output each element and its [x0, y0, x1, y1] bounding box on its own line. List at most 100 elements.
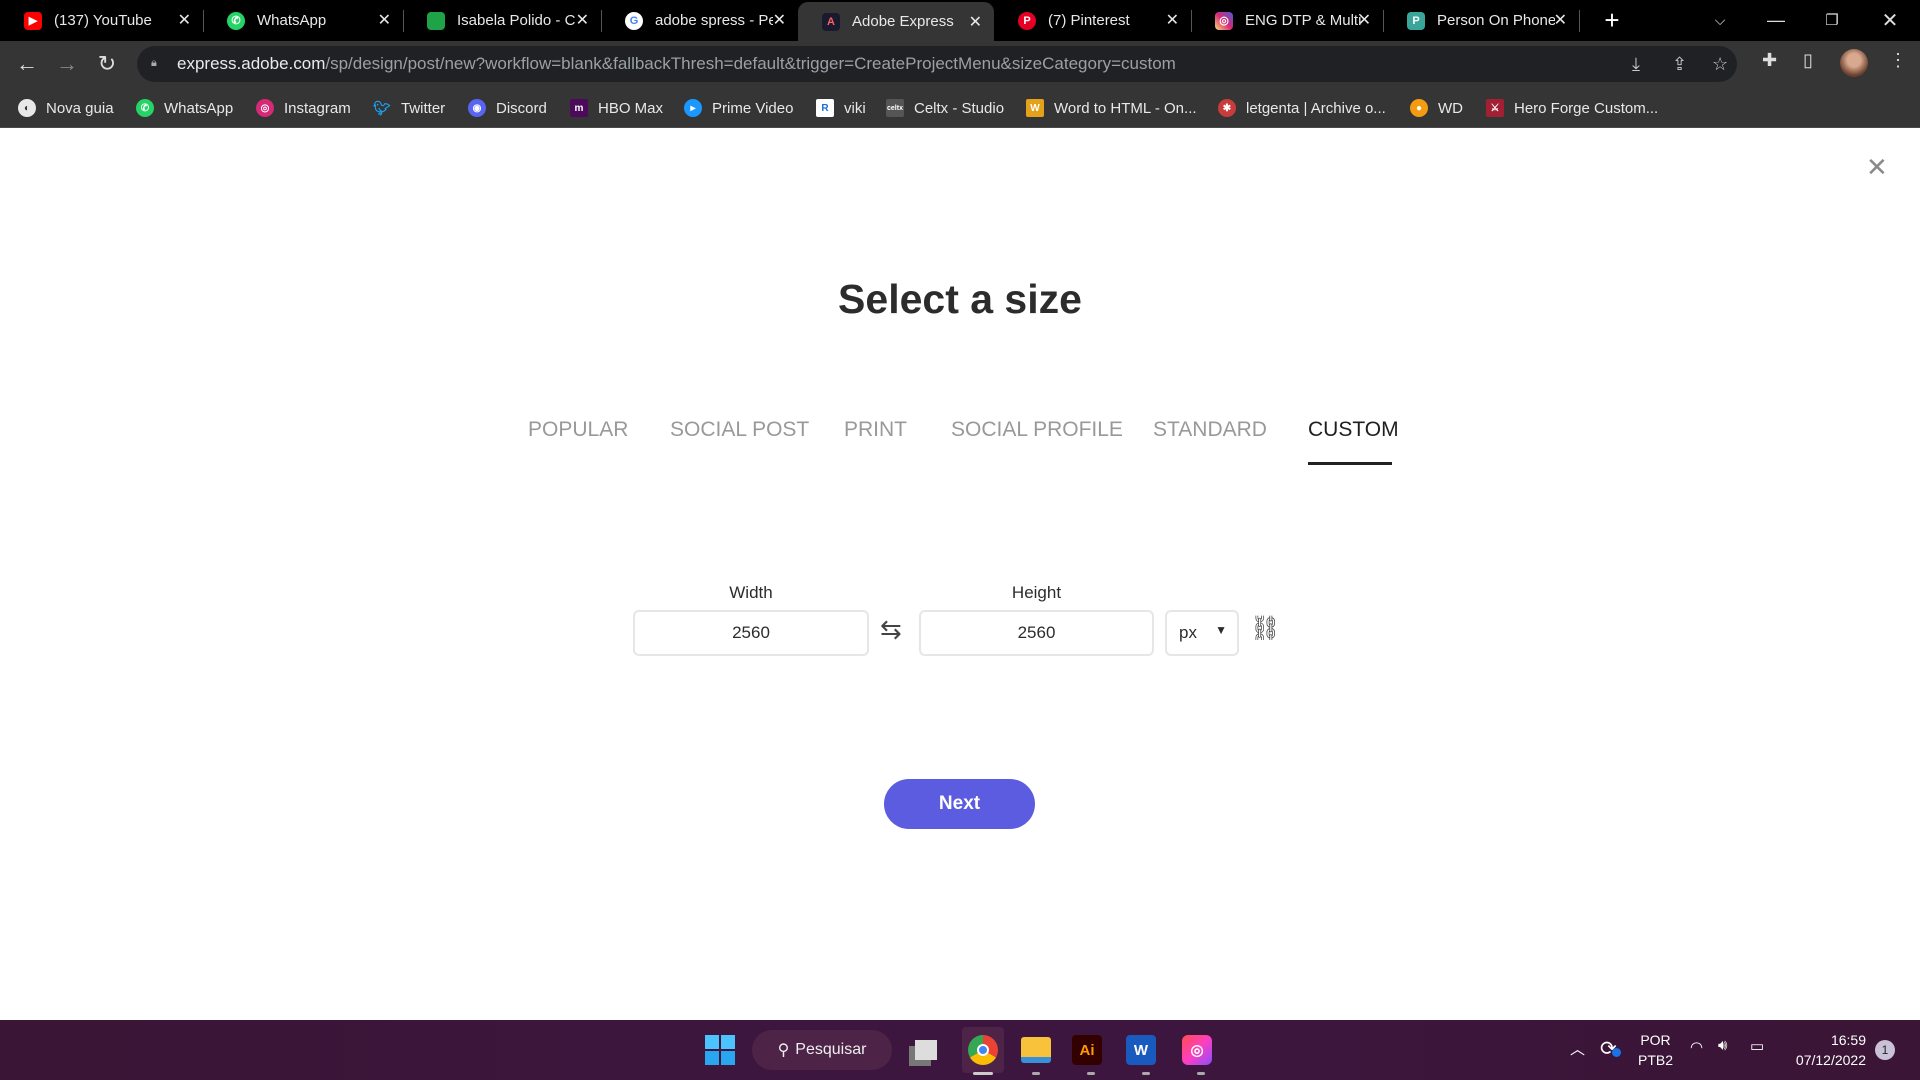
close-dialog-button[interactable]: ✕: [1866, 152, 1888, 183]
address-bar[interactable]: 🔒︎ express.adobe.com/sp/design/post/new?…: [137, 46, 1737, 82]
width-label: Width: [729, 583, 773, 602]
show-hidden-icons-chevron-icon[interactable]: ︿: [1570, 1038, 1585, 1059]
tab-print[interactable]: PRINT: [844, 418, 907, 442]
task-view-icon[interactable]: [908, 1032, 944, 1068]
close-window-button[interactable]: ✕: [1862, 0, 1918, 40]
menu-kebab-icon[interactable]: ⋮: [1889, 50, 1907, 71]
creative-cloud-icon[interactable]: ◎: [1182, 1035, 1212, 1065]
close-tab-icon[interactable]: ✕: [773, 10, 786, 30]
close-tab-icon[interactable]: ✕: [1166, 10, 1179, 30]
bookmark-item[interactable]: ◉ Discord: [468, 96, 547, 120]
unlink-aspect-ratio-icon[interactable]: ⛓: [1250, 614, 1280, 643]
celtx-icon: celtx: [886, 99, 904, 117]
swap-dimensions-icon[interactable]: ⇆: [880, 614, 902, 645]
address-toolbar: ← → ↻ 🔒︎ express.adobe.com/sp/design/pos…: [0, 41, 1920, 88]
tab-google-chat[interactable]: Isabela Polido - C ✕: [403, 0, 601, 41]
bookmark-item[interactable]: 🐦︎ Twitter: [373, 96, 445, 120]
instagram-icon: ◎: [256, 99, 274, 117]
close-tab-icon[interactable]: ✕: [178, 10, 191, 30]
tab-popular[interactable]: POPULAR: [528, 418, 628, 442]
width-input[interactable]: [633, 610, 869, 656]
close-tab-icon[interactable]: ✕: [576, 10, 589, 30]
new-tab-button[interactable]: +: [1584, 0, 1640, 40]
tab-instagram[interactable]: ◎ ENG DTP & Multi ✕: [1191, 0, 1383, 41]
battery-charging-icon[interactable]: ▭: [1750, 1037, 1764, 1055]
language-indicator[interactable]: POR PTB2: [1638, 1030, 1673, 1070]
bookmark-item[interactable]: W Word to HTML - On...: [1026, 96, 1197, 120]
close-tab-icon[interactable]: ✕: [1554, 10, 1567, 30]
windows-start-icon[interactable]: [702, 1032, 738, 1068]
tab-standard[interactable]: STANDARD: [1153, 418, 1267, 442]
bookmark-star-icon[interactable]: ☆: [1712, 54, 1728, 75]
word-icon[interactable]: W: [1126, 1035, 1156, 1065]
app-indicator: [1197, 1072, 1205, 1075]
url-text[interactable]: express.adobe.com/sp/design/post/new?wor…: [177, 54, 1176, 74]
bookmark-item[interactable]: ⚔ Hero Forge Custom...: [1486, 96, 1658, 120]
wifi-icon[interactable]: ◠: [1690, 1038, 1703, 1056]
restore-button[interactable]: ❐: [1804, 0, 1860, 40]
next-button[interactable]: Next: [884, 779, 1035, 829]
tab-social-profile[interactable]: SOCIAL PROFILE: [951, 418, 1123, 442]
pinterest-icon: P: [1018, 11, 1036, 30]
notification-badge[interactable]: 1: [1875, 1040, 1895, 1060]
tab-youtube[interactable]: ▶ (137) YouTube ✕: [0, 0, 203, 41]
profile-avatar[interactable]: [1840, 49, 1868, 77]
close-tab-icon[interactable]: ✕: [969, 12, 982, 32]
app-indicator: [1032, 1072, 1040, 1075]
share-icon[interactable]: ⇪: [1672, 54, 1687, 75]
volume-icon[interactable]: 🔊︎: [1718, 1037, 1727, 1054]
tab-adobe-express[interactable]: A Adobe Express ✕: [798, 2, 994, 41]
chrome-taskbar-icon[interactable]: [962, 1027, 1004, 1073]
bookmark-item[interactable]: ◎ Instagram: [256, 96, 351, 120]
viki-icon: R: [816, 99, 834, 117]
tab-google-search[interactable]: G adobe spress - Pe ✕: [601, 0, 798, 41]
tab-whatsapp[interactable]: ✆ WhatsApp ✕: [203, 0, 403, 41]
close-tab-icon[interactable]: ✕: [378, 10, 391, 30]
bookmark-item[interactable]: ● WD: [1410, 96, 1463, 120]
tab-social-post[interactable]: SOCIAL POST: [670, 418, 809, 442]
bookmark-item[interactable]: celtx Celtx - Studio: [886, 96, 1004, 120]
taskbar-search-button[interactable]: ⚲ Pesquisar: [752, 1030, 892, 1070]
bookmark-item[interactable]: ▸ Prime Video: [684, 96, 793, 120]
install-app-icon[interactable]: ⤓: [1632, 54, 1640, 75]
height-input[interactable]: [919, 610, 1154, 656]
close-tab-icon[interactable]: ✕: [1358, 10, 1371, 30]
illustrator-icon[interactable]: Ai: [1072, 1035, 1102, 1065]
wd-icon: ●: [1410, 99, 1428, 117]
back-button[interactable]: ←: [14, 51, 40, 77]
clock[interactable]: 16:59 07/12/2022: [1782, 1030, 1866, 1070]
app-indicator: [1142, 1072, 1150, 1075]
bookmark-item[interactable]: m HBO Max: [570, 96, 663, 120]
side-panel-icon[interactable]: ▯: [1803, 50, 1813, 71]
lock-icon: 🔒︎: [151, 57, 157, 69]
unit-select[interactable]: px ▼: [1165, 610, 1239, 656]
reload-button[interactable]: ↻: [94, 51, 120, 77]
tab-freepik[interactable]: P Person On Phone ✕: [1383, 0, 1579, 41]
size-category-tabs: POPULAR SOCIAL POST PRINT SOCIAL PROFILE…: [0, 418, 1920, 468]
active-tab-indicator: [1308, 462, 1392, 465]
bookmark-item[interactable]: Rviki: [816, 96, 866, 120]
forward-button[interactable]: →: [54, 51, 80, 77]
google-chat-icon: [427, 11, 445, 30]
minimize-button[interactable]: —: [1748, 0, 1804, 40]
youtube-icon: ▶: [24, 11, 42, 30]
bookmark-item[interactable]: ✆ WhatsApp: [136, 96, 233, 120]
chevron-down-icon: ▼: [1215, 623, 1227, 637]
discord-icon: ◉: [468, 99, 486, 117]
tab-custom[interactable]: CUSTOM: [1308, 418, 1399, 442]
twitter-icon: 🐦︎: [373, 99, 391, 116]
extensions-puzzle-icon[interactable]: ✚: [1762, 50, 1777, 71]
tab-search-chevron-icon[interactable]: ⌵: [1692, 0, 1748, 40]
hero-forge-icon: ⚔: [1486, 99, 1504, 117]
bookmark-item[interactable]: ◐ Nova guia: [18, 96, 114, 120]
bookmark-item[interactable]: ✱ letgenta | Archive o...: [1218, 96, 1386, 120]
globe-icon: ◐: [18, 99, 36, 117]
instagram-icon: ◎: [1215, 11, 1233, 30]
sync-icon[interactable]: ⟳: [1600, 1036, 1621, 1061]
size-dialog: ✕ Select a size POPULAR SOCIAL POST PRIN…: [0, 128, 1920, 1020]
file-explorer-icon[interactable]: [1018, 1032, 1054, 1068]
tab-pinterest[interactable]: P (7) Pinterest ✕: [994, 0, 1191, 41]
app-indicator: [1087, 1072, 1095, 1075]
word-to-html-icon: W: [1026, 99, 1044, 117]
windows-taskbar: ⚲ Pesquisar Ai W ◎ ︿ ⟳ POR PTB2 ◠ 🔊︎ ▭ 16:…: [0, 1020, 1920, 1080]
